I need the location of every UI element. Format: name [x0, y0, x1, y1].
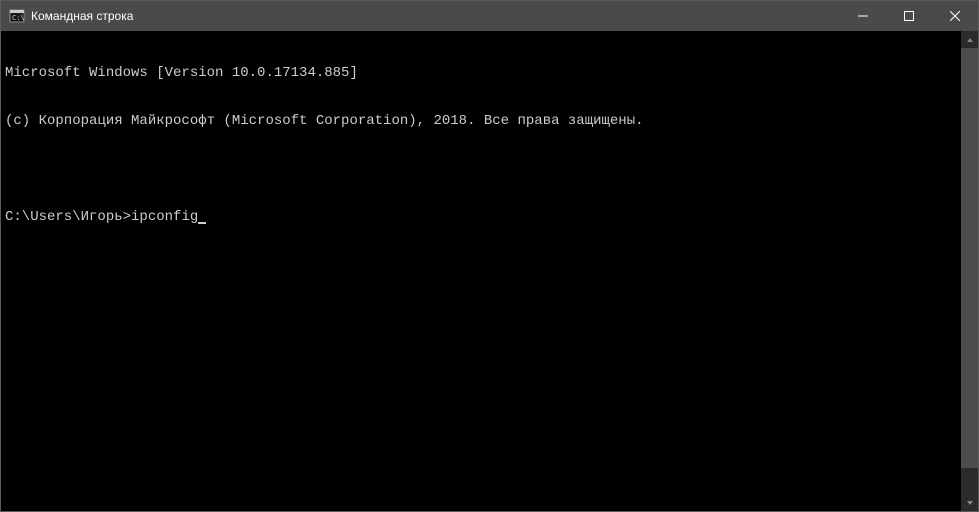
cmd-icon: C:\: [9, 8, 25, 24]
scroll-thumb[interactable]: [961, 48, 978, 468]
vertical-scrollbar[interactable]: [961, 31, 978, 511]
close-button[interactable]: [932, 1, 978, 31]
titlebar[interactable]: C:\ Командная строка: [1, 1, 978, 31]
prompt-text: C:\Users\Игорь>: [5, 209, 131, 225]
command-input[interactable]: ipconfig: [131, 209, 198, 225]
command-prompt-window: C:\ Командная строка Microsoft Windows […: [0, 0, 979, 512]
window-controls: [840, 1, 978, 31]
terminal-area: Microsoft Windows [Version 10.0.17134.88…: [1, 31, 978, 511]
scroll-up-button[interactable]: [961, 31, 978, 48]
terminal-line: (c) Корпорация Майкрософт (Microsoft Cor…: [5, 113, 957, 129]
terminal-output[interactable]: Microsoft Windows [Version 10.0.17134.88…: [1, 31, 961, 511]
scroll-down-button[interactable]: [961, 494, 978, 511]
maximize-button[interactable]: [886, 1, 932, 31]
window-title: Командная строка: [31, 9, 840, 23]
cursor-icon: [198, 222, 206, 224]
minimize-button[interactable]: [840, 1, 886, 31]
terminal-blank-line: [5, 161, 957, 177]
prompt-line: C:\Users\Игорь>ipconfig: [5, 209, 957, 225]
terminal-line: Microsoft Windows [Version 10.0.17134.88…: [5, 65, 957, 81]
svg-text:C:\: C:\: [12, 14, 25, 22]
